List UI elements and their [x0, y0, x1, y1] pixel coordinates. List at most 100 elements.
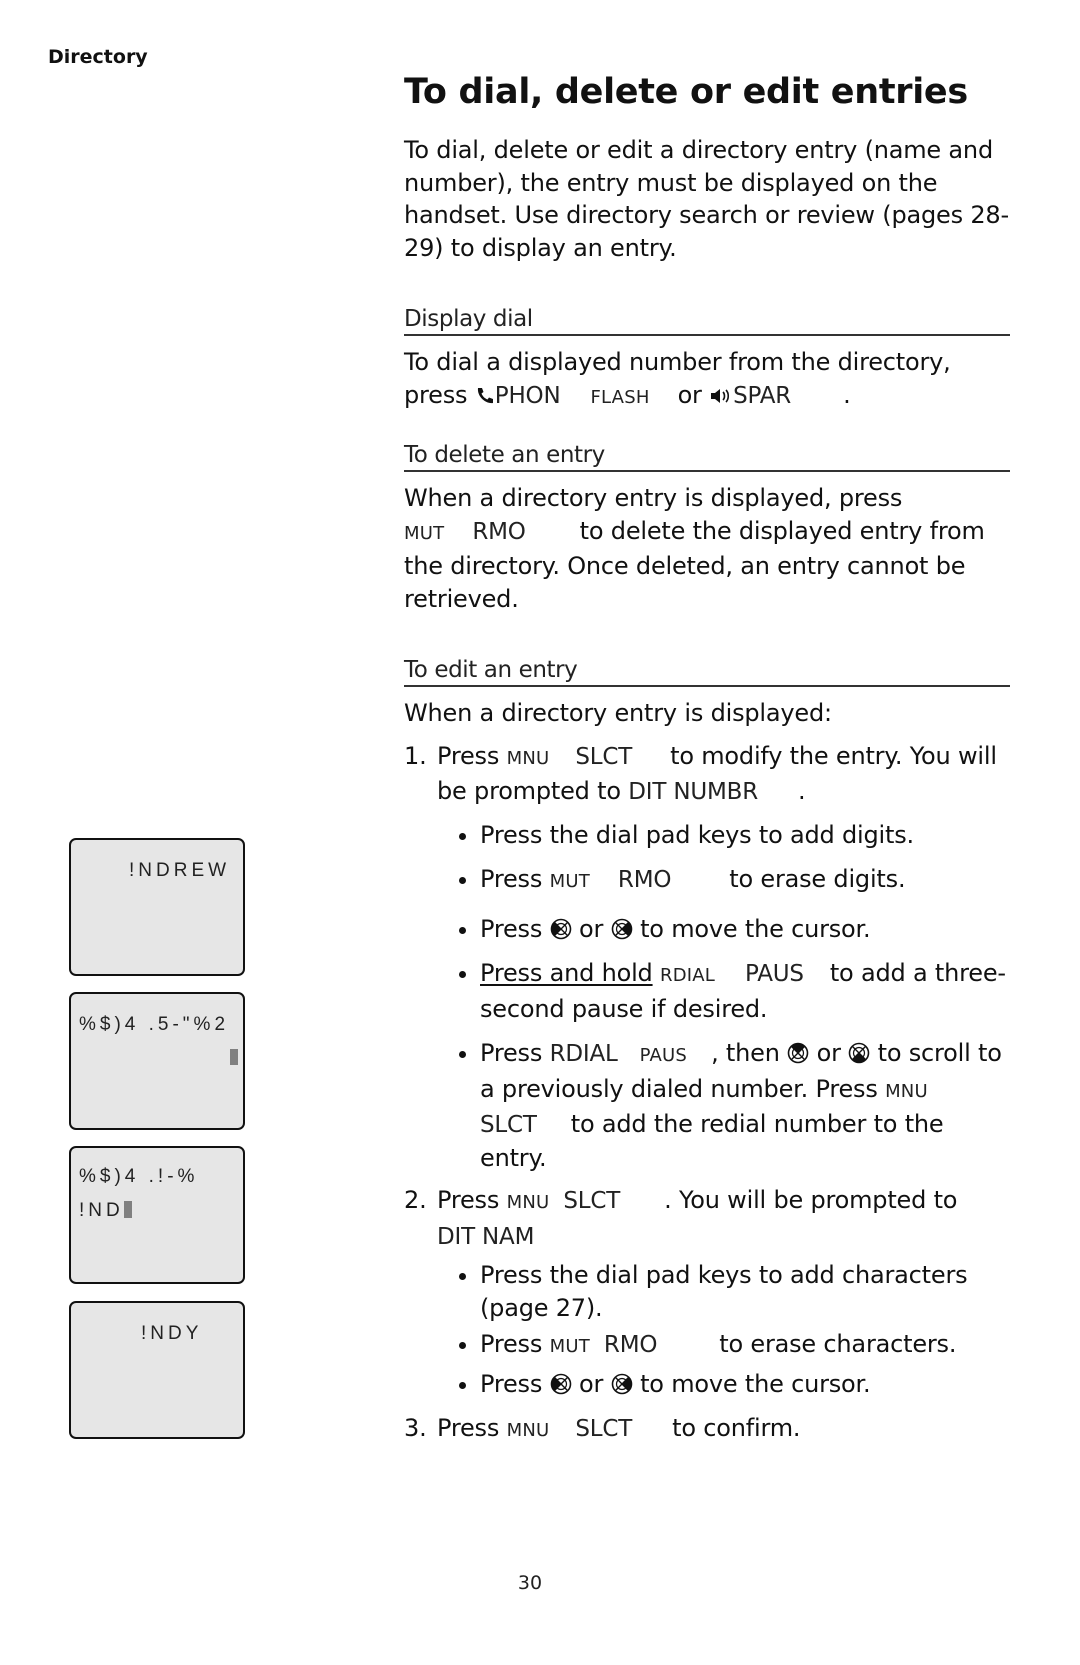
key-menu-label: MNU	[506, 1192, 550, 1213]
delete-lead: When a directory entry is displayed, pre…	[404, 484, 903, 512]
bullet-add-characters: Press the dial pad keys to add character…	[456, 1259, 1010, 1324]
nav-down-icon	[848, 1042, 870, 1064]
key-remove-label: RMO	[603, 1332, 658, 1358]
bullet-text: to move the cursor.	[640, 914, 871, 943]
key-speaker-label: SPAR	[733, 382, 792, 409]
period: .	[843, 380, 851, 409]
bullet-text: to add the redial number to the entry.	[480, 1110, 944, 1172]
nav-right-icon	[611, 1373, 633, 1395]
or-text: or	[816, 1039, 841, 1067]
lcd-screen-edit-number: %$)4 .5-"%2	[69, 992, 245, 1130]
key-redial-label: RDIAL	[549, 1041, 618, 1067]
press-text: Press	[437, 1414, 500, 1442]
press-text: Press	[437, 1186, 500, 1214]
or-text: or	[579, 914, 604, 943]
prompt-edit-number: DIT NUMBR	[628, 779, 758, 805]
press-text: Press	[480, 865, 543, 893]
nav-left-icon	[550, 1373, 572, 1395]
bullet-text: to erase digits.	[729, 865, 906, 893]
page-title: To dial, delete or edit entries	[404, 72, 968, 112]
lcd-line-1: !NDY	[141, 1323, 203, 1344]
key-pause-label: PAUS	[639, 1045, 688, 1066]
text-cursor	[123, 1201, 132, 1218]
lcd-screen-edit-name: %$)4 .!-% !ND	[69, 1146, 245, 1284]
lcd-line-1: %$)4 .!-%	[79, 1166, 199, 1187]
lcd-line-2: !ND	[79, 1200, 132, 1222]
bullet-move-cursor-2: Press or to move the cursor.	[456, 1368, 1010, 1401]
press-text: Press	[480, 1369, 543, 1398]
intro-paragraph: To dial, delete or edit a directory entr…	[404, 136, 1009, 262]
key-mute-label: MUT	[404, 522, 445, 544]
press-text: Press	[480, 1330, 543, 1358]
bullet-add-pause: Press and hold RDIAL PAUS to add a three-s…	[456, 957, 1010, 1025]
nav-left-icon	[550, 918, 572, 940]
period: .	[797, 777, 806, 805]
lcd-line-1: %$)4 .5-"%2	[79, 1014, 230, 1035]
step-number: 1.	[404, 741, 427, 770]
lcd-screen-name: !NDREW	[69, 838, 245, 976]
lcd-screen-saved-name: !NDY	[69, 1301, 245, 1439]
phone-icon	[477, 387, 493, 403]
section-heading-display-dial: Display dial	[404, 306, 1010, 336]
press-text: Press	[437, 741, 500, 770]
key-select-label: SLCT	[575, 743, 633, 770]
step-number: 3.	[404, 1414, 427, 1442]
lcd-line-2-text: !ND	[79, 1200, 124, 1221]
edit-steps: 1. Press MNU SLCT to modify the entry. You…	[404, 740, 1010, 1448]
page-number: 30	[517, 1572, 543, 1594]
main-content: To dial, delete or edit entries To dial,…	[404, 72, 1010, 1448]
step-3-text: to confirm.	[672, 1414, 801, 1442]
bullet-text: Press the dial pad keys to add digits.	[480, 820, 914, 849]
section-heading-edit: To edit an entry	[404, 657, 1010, 687]
lcd-line-1: !NDREW	[129, 860, 231, 881]
step-3: 3. Press MNU SLCT to confirm.	[404, 1412, 1010, 1448]
delete-section: To delete an entry When a directory entr…	[404, 442, 1010, 615]
key-flash-label: FLASH	[590, 386, 650, 408]
nav-up-icon	[787, 1042, 809, 1064]
prompt-edit-name: DIT NAM	[437, 1223, 535, 1250]
step-1-bullets: Press the dial pad keys to add digits. P…	[404, 819, 1010, 1175]
then-text: , then	[711, 1039, 780, 1067]
key-remove-label: RMO	[617, 867, 672, 893]
bullet-text: Press the dial pad keys to add character…	[480, 1261, 968, 1322]
key-menu-label: MNU	[506, 1420, 550, 1441]
bullet-move-cursor: Press or to move the cursor.	[456, 913, 1010, 946]
key-select-label: SLCT	[563, 1188, 621, 1214]
key-phone-label: PHON	[494, 382, 561, 409]
bullet-erase-characters: Press MUT RMO to erase characters.	[456, 1328, 1010, 1364]
key-mute-label: MUT	[549, 871, 590, 892]
key-menu-label: MNU	[506, 747, 550, 769]
edit-lead: When a directory entry is displayed:	[404, 699, 832, 727]
bullet-add-digits: Press the dial pad keys to add digits.	[456, 819, 1010, 852]
step-2-bullets: Press the dial pad keys to add character…	[404, 1259, 1010, 1400]
key-mute-label: MUT	[549, 1336, 590, 1357]
step-number: 2.	[404, 1186, 427, 1214]
section-heading-delete: To delete an entry	[404, 442, 1010, 472]
step-2-text: . You will be prompted to	[664, 1186, 958, 1214]
or-text: or	[579, 1369, 604, 1398]
key-menu-label: MNU	[885, 1080, 928, 1102]
bullet-text: to erase characters.	[719, 1330, 957, 1358]
or-text: or	[677, 380, 702, 409]
press-text: Press	[480, 1039, 543, 1067]
key-select-label: SLCT	[480, 1112, 537, 1138]
running-head: Directory	[48, 46, 148, 68]
delete-text: When a directory entry is displayed, pre…	[404, 482, 1010, 615]
display-dial-section: Display dial To dial a displayed number …	[404, 306, 1010, 414]
speaker-icon	[711, 388, 730, 403]
bullet-text: to move the cursor.	[640, 1369, 871, 1398]
press-and-hold-text: Press and hold	[480, 959, 653, 987]
scroll-indicator	[230, 1049, 238, 1065]
step-2: 2. Press MNU SLCT . You will be prompted t…	[404, 1184, 1010, 1400]
key-redial-label: RDIAL	[660, 965, 716, 986]
bullet-erase-digits: Press MUT RMO to erase digits.	[456, 863, 1010, 899]
bullet-redial: Press RDIAL PAUS, then or to scroll to a …	[456, 1037, 1010, 1174]
press-text: Press	[480, 914, 543, 943]
key-select-label: SLCT	[575, 1416, 633, 1442]
display-dial-text: To dial a displayed number from the dire…	[404, 346, 1010, 414]
key-remove-label: RMO	[472, 518, 526, 545]
nav-right-icon	[611, 918, 633, 940]
step-1: 1. Press MNU SLCT to modify the entry. You…	[404, 740, 1010, 1175]
edit-section: To edit an entry When a directory entry …	[404, 657, 1010, 1448]
key-pause-label: PAUS	[745, 961, 804, 987]
